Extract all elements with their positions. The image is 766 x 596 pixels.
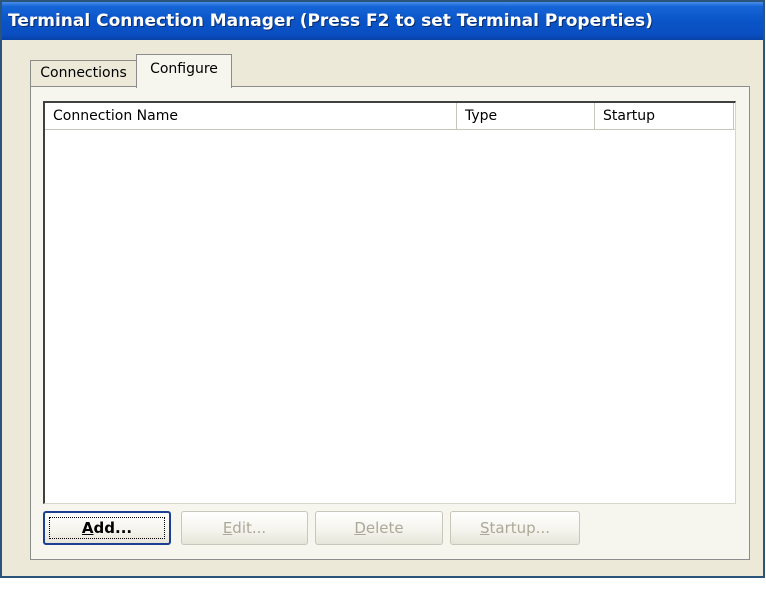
tab-configure[interactable]: Configure [136,54,232,88]
add-button[interactable]: Add... [43,511,171,545]
column-startup-label: Startup [603,108,655,124]
focus-rectangle [49,517,165,539]
column-type-label: Type [465,108,498,124]
edit-button[interactable]: Edit... [181,511,308,545]
column-header-startup[interactable]: Startup [595,103,734,129]
window-title: Terminal Connection Manager (Press F2 to… [8,11,653,31]
column-header-type[interactable]: Type [457,103,595,129]
title-bar[interactable]: Terminal Connection Manager (Press F2 to… [2,2,763,40]
column-header-connection-name[interactable]: Connection Name [45,103,457,129]
delete-button-label: elete [365,519,404,537]
configure-tab-panel: Connection Name Type Startup Add... Edit… [30,86,750,560]
list-header: Connection Name Type Startup [45,103,735,130]
tab-connections-label: Connections [40,65,127,81]
connections-list[interactable]: Connection Name Type Startup [43,101,736,504]
edit-button-label: dit... [232,519,267,537]
column-connection-name-label: Connection Name [53,108,178,124]
startup-button[interactable]: Startup... [450,511,580,545]
edit-button-mnemonic: E [222,519,233,537]
terminal-connection-manager-window: Terminal Connection Manager (Press F2 to… [0,0,765,578]
delete-button[interactable]: Delete [315,511,443,545]
tab-configure-label: Configure [150,61,218,77]
tab-connections[interactable]: Connections [30,60,136,86]
startup-button-label: tartup... [489,519,550,537]
startup-button-mnemonic: S [480,519,490,537]
delete-button-mnemonic: D [354,519,366,537]
